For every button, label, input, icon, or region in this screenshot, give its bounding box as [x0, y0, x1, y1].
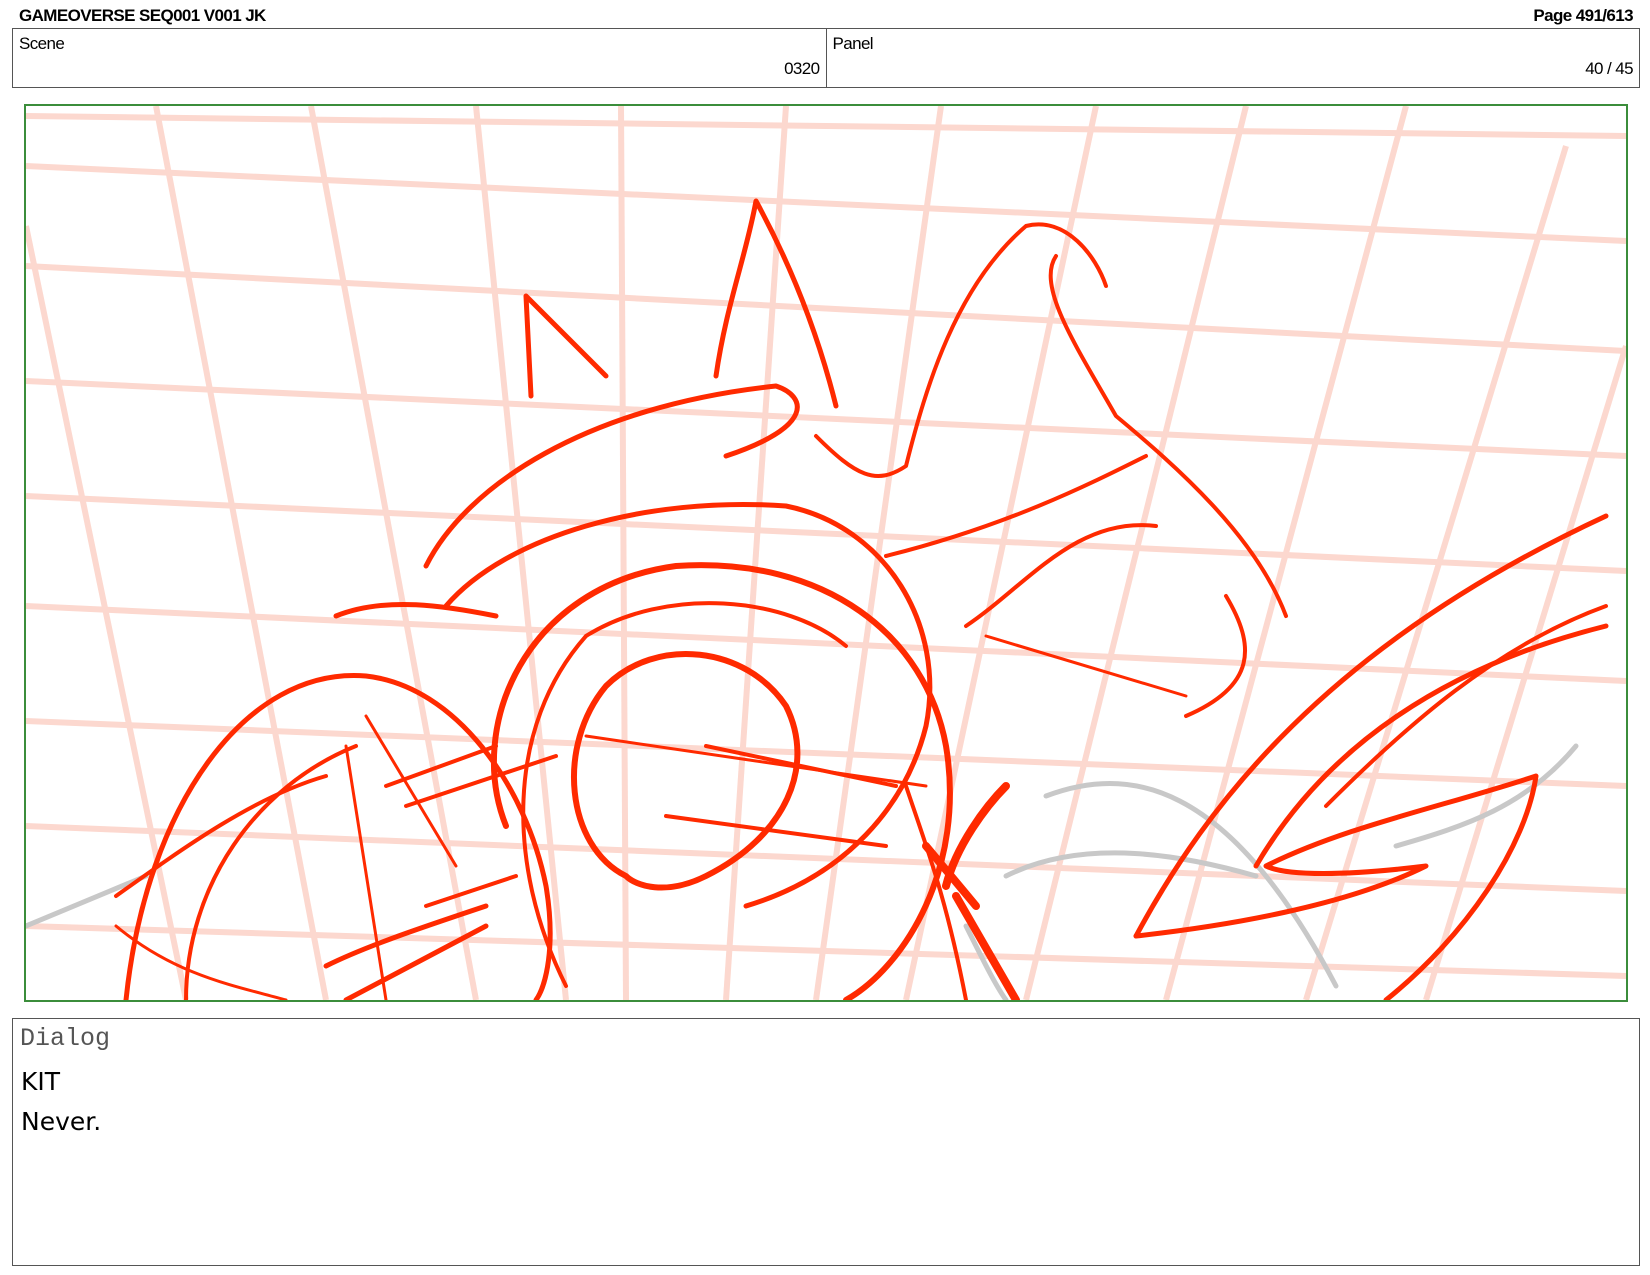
panel-label: Panel [832, 34, 874, 53]
scene-cell: Scene 0320 [13, 29, 826, 87]
dialog-heading: Dialog [20, 1024, 111, 1053]
dialog-box: Dialog KIT Never. [12, 1018, 1640, 1266]
dialog-speaker: KIT [21, 1067, 61, 1096]
panel-value: 40 / 45 [1585, 59, 1633, 78]
document-title: GAMEOVERSE SEQ001 V001 JK [19, 6, 266, 25]
panel-cell: Panel 40 / 45 [825, 29, 1640, 87]
storyboard-sketch [26, 106, 1626, 1000]
scene-label: Scene [19, 34, 65, 53]
scene-value: 0320 [784, 59, 820, 78]
storyboard-panel [24, 104, 1628, 1002]
dialog-line: Never. [21, 1107, 102, 1136]
scene-panel-info-row: Scene 0320 Panel 40 / 45 [12, 28, 1640, 88]
page-number: Page 491/613 [1533, 6, 1633, 25]
